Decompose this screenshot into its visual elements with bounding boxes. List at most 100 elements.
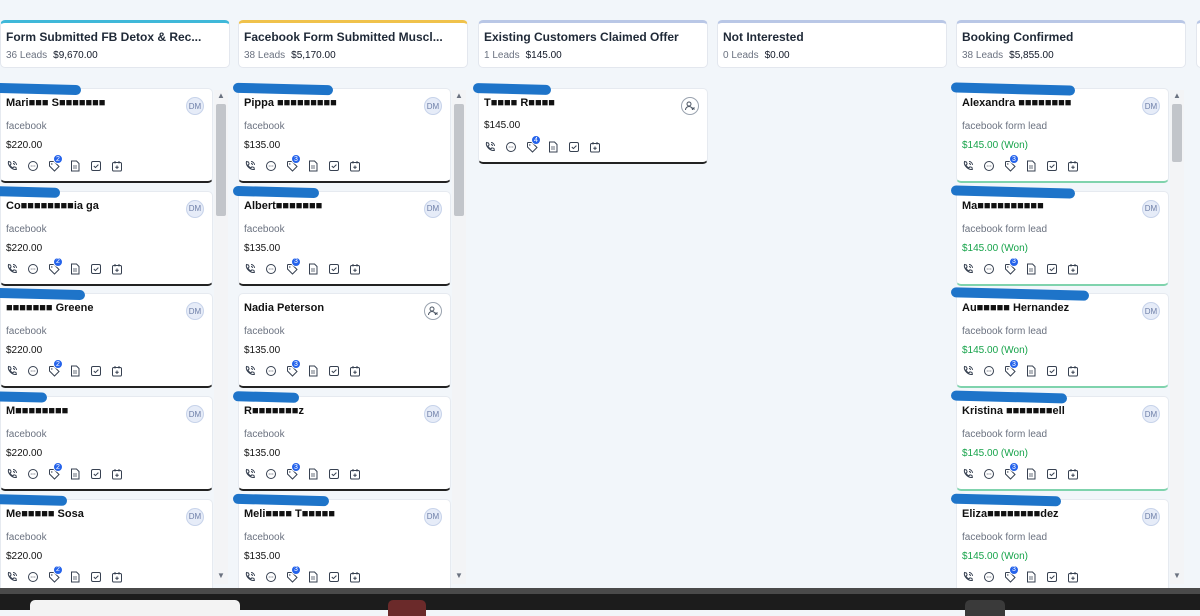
calendar-add-icon[interactable]	[111, 468, 123, 480]
calendar-add-icon[interactable]	[349, 468, 361, 480]
lead-card[interactable]: ■■■■■■■ Greene facebook $220.00 DM 2	[0, 288, 213, 389]
document-icon[interactable]	[69, 263, 81, 275]
owner-avatar[interactable]: DM	[186, 199, 204, 218]
lead-card[interactable]: Au■■■■■ Hernandez facebook form lead $145.…	[950, 287, 1169, 389]
owner-avatar[interactable]: DM	[186, 507, 204, 526]
document-icon[interactable]	[69, 365, 81, 377]
phone-icon[interactable]	[6, 468, 18, 480]
document-icon[interactable]	[1025, 365, 1037, 377]
chat-icon[interactable]	[983, 160, 995, 172]
owner-avatar[interactable]: DM	[1142, 97, 1160, 115]
phone-icon[interactable]	[6, 160, 18, 172]
lead-name[interactable]: R■■■■■■■z	[244, 405, 304, 417]
phone-icon[interactable]	[6, 263, 18, 275]
chat-icon[interactable]	[265, 468, 277, 480]
checkbox-icon[interactable]	[90, 263, 102, 275]
document-icon[interactable]	[307, 263, 319, 275]
chat-icon[interactable]	[27, 160, 39, 172]
lead-name[interactable]: Ma■■■■■■■■■■	[962, 200, 1044, 212]
column-scrollbar[interactable]: ▲ ▼	[1170, 90, 1184, 584]
document-icon[interactable]	[547, 141, 559, 153]
phone-icon[interactable]	[484, 141, 496, 153]
tag-icon[interactable]: 3	[286, 564, 301, 583]
phone-icon[interactable]	[244, 263, 256, 275]
tag-icon[interactable]: 3	[1004, 359, 1019, 378]
calendar-add-icon[interactable]	[349, 365, 361, 377]
calendar-add-icon[interactable]	[1067, 571, 1079, 583]
document-icon[interactable]	[307, 160, 319, 172]
calendar-add-icon[interactable]	[1067, 468, 1079, 480]
tag-icon[interactable]: 2	[48, 256, 63, 275]
document-icon[interactable]	[307, 468, 319, 480]
calendar-add-icon[interactable]	[111, 160, 123, 172]
checkbox-icon[interactable]	[328, 160, 340, 172]
tag-icon[interactable]: 2	[48, 564, 63, 583]
calendar-add-icon[interactable]	[589, 141, 601, 153]
assign-user-icon[interactable]	[424, 302, 442, 321]
owner-avatar[interactable]: DM	[1142, 199, 1160, 218]
taskbar-item[interactable]	[388, 600, 426, 616]
chat-icon[interactable]	[983, 263, 995, 275]
column-scrollbar[interactable]: ▲ ▼	[452, 90, 466, 584]
owner-avatar[interactable]: DM	[424, 507, 442, 526]
document-icon[interactable]	[1025, 160, 1037, 172]
owner-avatar[interactable]: DM	[424, 97, 442, 115]
document-icon[interactable]	[1025, 263, 1037, 275]
chat-icon[interactable]	[265, 263, 277, 275]
lead-card[interactable]: Co■■■■■■■■ia ga facebook $220.00 DM 2	[0, 185, 213, 286]
lead-name[interactable]: Nadia Peterson	[244, 302, 324, 314]
tag-icon[interactable]: 3	[286, 462, 301, 480]
checkbox-icon[interactable]	[328, 571, 340, 583]
checkbox-icon[interactable]	[1046, 571, 1058, 583]
chat-icon[interactable]	[265, 160, 277, 172]
calendar-add-icon[interactable]	[349, 263, 361, 275]
phone-icon[interactable]	[6, 365, 18, 377]
lead-name[interactable]: Eliza■■■■■■■■dez	[962, 508, 1059, 520]
tag-icon[interactable]: 3	[1004, 154, 1019, 172]
scroll-down-arrow[interactable]: ▼	[217, 572, 225, 580]
tag-icon[interactable]: 2	[48, 462, 63, 480]
lead-card[interactable]: Meli■■■■ T■■■■■ facebook $135.00 DM 3	[232, 493, 451, 594]
lead-card[interactable]: R■■■■■■■z facebook $135.00 DM 3	[232, 391, 451, 492]
phone-icon[interactable]	[962, 160, 974, 172]
tag-icon[interactable]: 2	[48, 154, 63, 172]
checkbox-icon[interactable]	[328, 468, 340, 480]
checkbox-icon[interactable]	[568, 141, 580, 153]
scrollbar-thumb[interactable]	[216, 104, 226, 216]
calendar-add-icon[interactable]	[1067, 160, 1079, 172]
checkbox-icon[interactable]	[90, 160, 102, 172]
lead-name[interactable]: Pippa ■■■■■■■■■	[244, 97, 337, 109]
phone-icon[interactable]	[244, 365, 256, 377]
owner-avatar[interactable]: DM	[424, 199, 442, 218]
lead-card[interactable]: T■■■■ R■■■■ $145.00 4	[472, 82, 708, 164]
tag-icon[interactable]: 3	[286, 154, 301, 172]
chat-icon[interactable]	[265, 571, 277, 583]
document-icon[interactable]	[307, 365, 319, 377]
lead-card[interactable]: M■■■■■■■■ facebook $220.00 DM 2	[0, 391, 213, 492]
chat-icon[interactable]	[27, 571, 39, 583]
scroll-down-arrow[interactable]: ▼	[1173, 572, 1181, 580]
chat-icon[interactable]	[265, 365, 277, 377]
document-icon[interactable]	[307, 571, 319, 583]
chat-icon[interactable]	[27, 263, 39, 275]
assign-user-icon[interactable]	[681, 97, 699, 115]
owner-avatar[interactable]: DM	[186, 97, 204, 115]
phone-icon[interactable]	[244, 571, 256, 583]
owner-avatar[interactable]: DM	[186, 302, 204, 321]
checkbox-icon[interactable]	[328, 365, 340, 377]
calendar-add-icon[interactable]	[1067, 263, 1079, 275]
scroll-up-arrow[interactable]: ▲	[217, 92, 225, 100]
phone-icon[interactable]	[962, 571, 974, 583]
checkbox-icon[interactable]	[90, 365, 102, 377]
owner-avatar[interactable]: DM	[424, 405, 442, 424]
scroll-up-arrow[interactable]: ▲	[455, 92, 463, 100]
lead-name[interactable]: Alexandra ■■■■■■■■	[962, 97, 1071, 109]
lead-card[interactable]: Albert■■■■■■■ facebook $135.00 DM 3	[232, 185, 451, 286]
lead-card[interactable]: Ma■■■■■■■■■■ facebook form lead $145.00 (W…	[950, 185, 1169, 286]
calendar-add-icon[interactable]	[111, 365, 123, 377]
checkbox-icon[interactable]	[1046, 263, 1058, 275]
checkbox-icon[interactable]	[1046, 468, 1058, 480]
checkbox-icon[interactable]	[1046, 160, 1058, 172]
chat-icon[interactable]	[27, 365, 39, 377]
checkbox-icon[interactable]	[328, 263, 340, 275]
